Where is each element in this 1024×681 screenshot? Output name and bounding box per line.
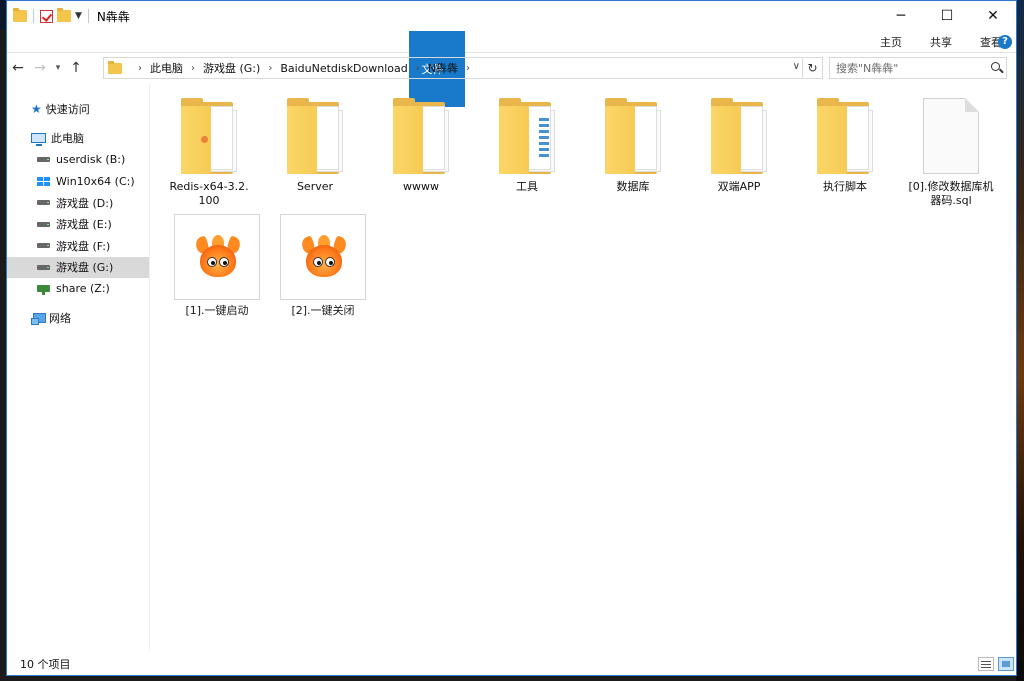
forward-arrow-icon[interactable]: → — [29, 60, 51, 76]
sidebar-item-drive-z[interactable]: share (Z:) — [7, 278, 149, 300]
star-icon: ★ — [31, 101, 42, 116]
expand-ribbon-icon[interactable]: ﹀ — [982, 34, 992, 49]
window-title: N犇犇 — [96, 9, 130, 24]
properties-icon[interactable] — [40, 9, 53, 23]
sidebar-item-drive-b[interactable]: userdisk (B:) — [7, 149, 149, 171]
customize-toolbar-icon[interactable]: ▼ — [75, 11, 82, 21]
search-placeholder: 搜索"N犇犇" — [836, 62, 899, 75]
back-arrow-icon[interactable]: ← — [7, 60, 29, 76]
navigation-pane: ★ 快速访问 此电脑 userdisk (B:) Win10x64 (C:) 游… — [7, 84, 150, 651]
computer-icon — [31, 133, 46, 147]
desktop-background — [1016, 0, 1024, 681]
item-count: 10 个项目 — [20, 658, 71, 671]
breadcrumb-this-pc[interactable]: 此电脑 — [150, 60, 183, 76]
document-icon — [923, 98, 979, 174]
folder-icon — [711, 98, 767, 174]
list-item-folder[interactable]: 双端APP — [694, 98, 784, 194]
help-icon[interactable]: ? — [998, 34, 1012, 49]
chevron-right-icon[interactable]: › — [466, 63, 470, 74]
folder-icon — [287, 98, 343, 174]
folder-icon — [605, 98, 661, 174]
file-list: Redis-x64-3.2.100 Server wwww 工具 数据库 双端A… — [151, 84, 1016, 651]
address-dropdown-icon[interactable]: ∨ — [793, 61, 800, 72]
drive-icon — [37, 264, 50, 270]
sidebar-item-quick-access[interactable]: ★ 快速访问 — [7, 98, 149, 120]
close-button[interactable]: ✕ — [970, 1, 1016, 31]
title-bar: ▼ N犇犇 ─ ☐ ✕ — [7, 1, 1016, 31]
recent-locations-icon[interactable]: ▾ — [51, 63, 65, 73]
search-icon[interactable] — [991, 62, 1000, 71]
chevron-right-icon[interactable]: › — [191, 63, 195, 74]
breadcrumb-current[interactable]: N犇犇 — [428, 60, 458, 76]
drive-icon — [37, 243, 50, 249]
ribbon-tabs: 文件 主页 共享 查看 ﹀ ? — [7, 31, 1016, 107]
sidebar-item-drive-f[interactable]: 游戏盘 (F:) — [7, 235, 149, 257]
chevron-right-icon[interactable]: › — [268, 63, 272, 74]
list-item-folder[interactable]: Redis-x64-3.2.100 — [164, 98, 254, 208]
folder-icon — [13, 8, 27, 22]
details-view-icon[interactable] — [978, 657, 994, 671]
maximize-button[interactable]: ☐ — [924, 1, 970, 31]
breadcrumb-baidunetdisk[interactable]: BaiduNetdiskDownload — [280, 62, 407, 75]
app-flame-icon — [299, 235, 349, 279]
app-flame-icon — [193, 235, 243, 279]
chevron-right-icon[interactable]: › — [416, 63, 420, 74]
search-input[interactable]: 搜索"N犇犇" — [829, 57, 1007, 79]
folder-icon — [817, 98, 873, 174]
content-area: ★ 快速访问 此电脑 userdisk (B:) Win10x64 (C:) 游… — [7, 84, 1016, 651]
folder-icon — [108, 60, 122, 74]
drive-icon — [37, 200, 50, 206]
list-item-folder[interactable]: 执行脚本 — [800, 98, 890, 194]
sidebar-item-this-pc[interactable]: 此电脑 — [7, 128, 149, 150]
folder-icon — [181, 98, 237, 174]
sidebar-item-drive-d[interactable]: 游戏盘 (D:) — [7, 192, 149, 214]
sidebar-item-drive-c[interactable]: Win10x64 (C:) — [7, 171, 149, 193]
windows-drive-icon — [37, 176, 50, 186]
list-item-folder[interactable]: 工具 — [482, 98, 572, 194]
folder-icon — [499, 98, 555, 174]
large-icons-view-icon[interactable] — [998, 657, 1014, 671]
network-icon — [31, 312, 46, 325]
status-bar: 10 个项目 — [7, 653, 1016, 675]
refresh-icon[interactable]: ↻ — [803, 57, 823, 79]
tab-share[interactable]: 共享 — [916, 31, 966, 52]
address-bar[interactable]: › 此电脑 › 游戏盘 (G:) › BaiduNetdiskDownload … — [103, 57, 803, 79]
drive-icon — [37, 157, 50, 163]
list-item-label: [2].一键关闭 — [291, 304, 355, 317]
sidebar-item-drive-g[interactable]: 游戏盘 (G:) — [7, 256, 149, 278]
list-item-label: [1].一键启动 — [185, 304, 249, 317]
explorer-window: ▼ N犇犇 ─ ☐ ✕ 文件 主页 共享 查看 ﹀ ? ← → ▾ ↑ › 此电… — [6, 0, 1017, 676]
tab-home[interactable]: 主页 — [866, 31, 916, 52]
breadcrumb-drive-g[interactable]: 游戏盘 (G:) — [203, 60, 260, 76]
folder-icon — [393, 98, 449, 174]
sidebar-item-network[interactable]: 网络 — [7, 308, 149, 330]
minimize-button[interactable]: ─ — [878, 1, 924, 31]
up-arrow-icon[interactable]: ↑ — [65, 60, 87, 76]
list-item-folder[interactable]: Server — [270, 98, 360, 194]
new-folder-icon[interactable] — [57, 8, 71, 22]
navigation-bar: ← → ▾ ↑ › 此电脑 › 游戏盘 (G:) › BaiduNetdiskD… — [7, 53, 1016, 83]
list-item-exe[interactable] — [280, 214, 366, 300]
list-item-file[interactable]: [0].修改数据库机器码.sql — [906, 98, 996, 208]
network-drive-icon — [37, 285, 50, 296]
list-item-folder[interactable]: 数据库 — [588, 98, 678, 194]
drive-icon — [37, 221, 50, 227]
chevron-right-icon[interactable]: › — [138, 63, 142, 74]
list-item-exe[interactable] — [174, 214, 260, 300]
list-item-folder[interactable]: wwww — [376, 98, 466, 194]
quick-access-toolbar: ▼ — [13, 8, 91, 23]
sidebar-item-drive-e[interactable]: 游戏盘 (E:) — [7, 214, 149, 236]
